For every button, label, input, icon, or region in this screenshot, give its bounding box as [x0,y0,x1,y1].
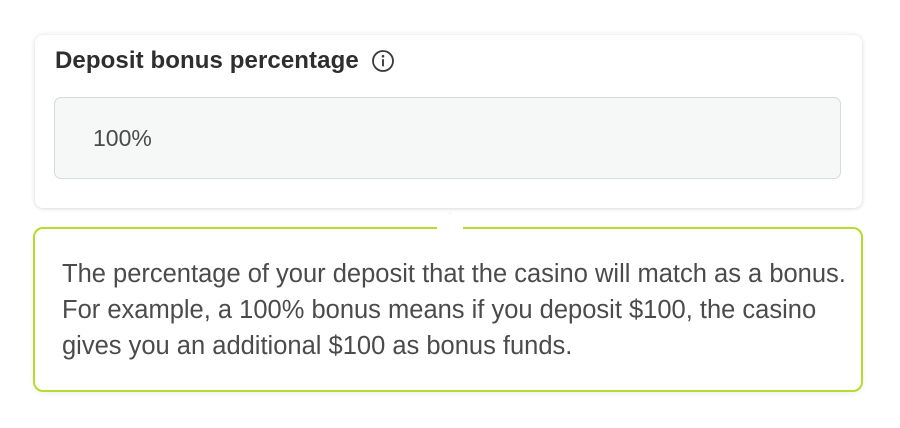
label-row: Deposit bonus percentage [55,45,395,77]
deposit-bonus-input-wrapper [54,97,841,179]
field-label: Deposit bonus percentage [55,47,359,74]
deposit-bonus-card: Deposit bonus percentage [35,35,862,208]
info-icon[interactable] [371,49,395,73]
info-tooltip: The percentage of your deposit that the … [33,227,863,392]
deposit-bonus-input[interactable] [55,98,840,178]
tooltip-text: The percentage of your deposit that the … [62,260,846,360]
tooltip-pointer [437,214,463,230]
deposit-bonus-widget: Deposit bonus percentage The percentage … [0,0,900,428]
